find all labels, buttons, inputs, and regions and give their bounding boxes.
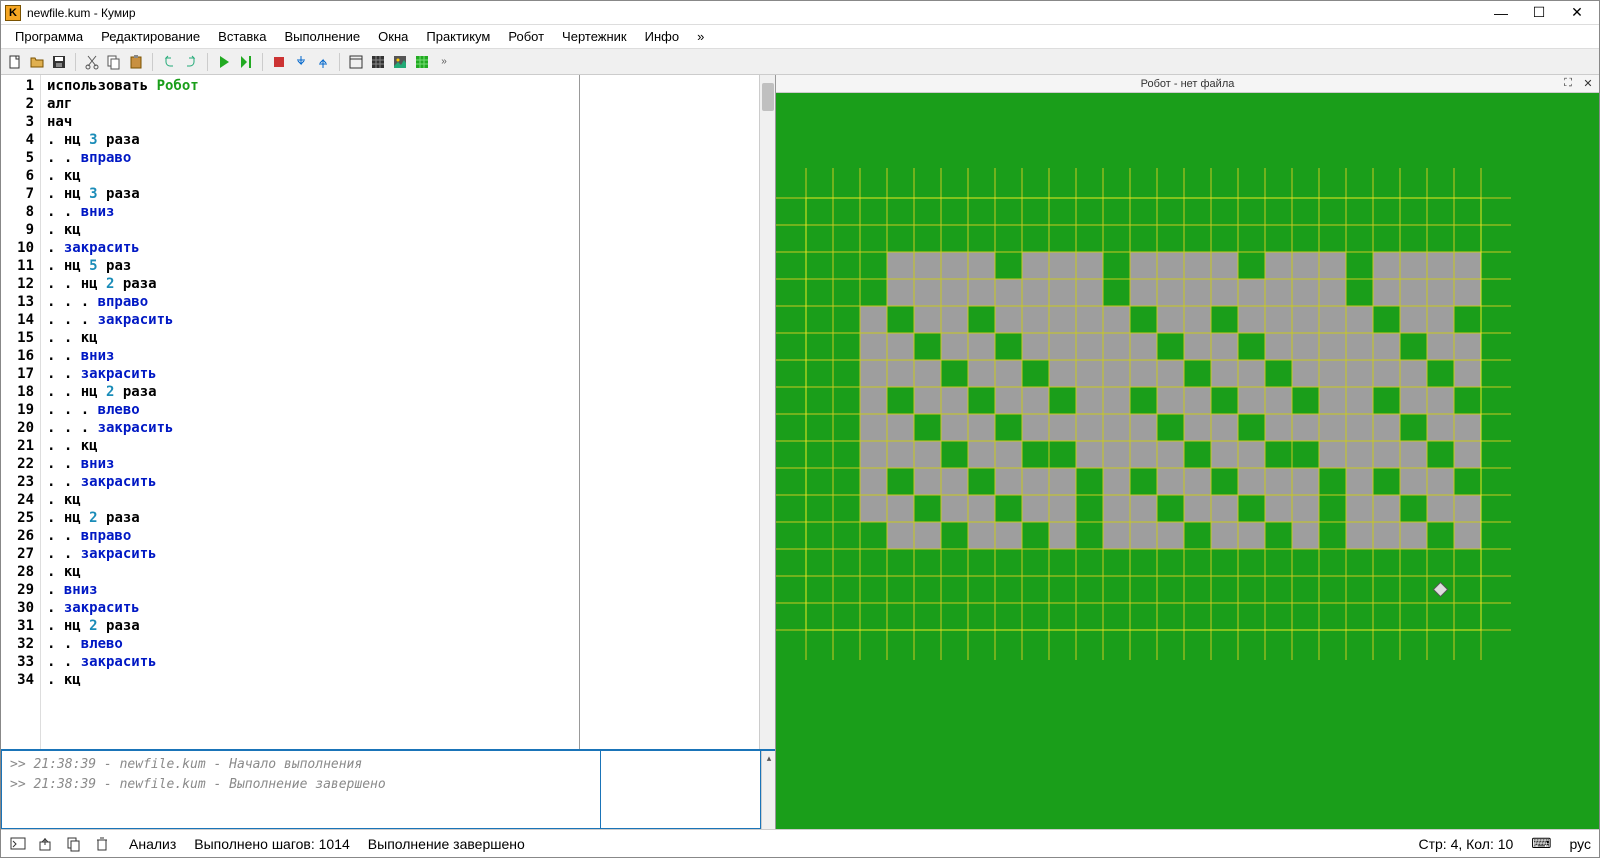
menu-робот[interactable]: Робот	[500, 27, 552, 46]
status-bar: Анализ Выполнено шагов: 1014 Выполнение …	[1, 829, 1599, 857]
undo-icon[interactable]	[159, 52, 179, 72]
menu-окна[interactable]: Окна	[370, 27, 416, 46]
menu-редактирование[interactable]: Редактирование	[93, 27, 208, 46]
run-step-icon[interactable]	[236, 52, 256, 72]
line-gutter: 1234567891011121314151617181920212223242…	[1, 75, 41, 749]
console-scrollbar[interactable]: ▴	[761, 751, 775, 829]
status-done: Выполнение завершено	[368, 836, 525, 852]
status-export-icon[interactable]	[37, 835, 55, 853]
robot-close-icon[interactable]: ✕	[1581, 76, 1595, 90]
status-steps: Выполнено шагов: 1014	[194, 836, 350, 852]
image-icon[interactable]	[390, 52, 410, 72]
robot-panel-title-text: Робот - нет файла	[1141, 78, 1235, 90]
redo-icon[interactable]	[181, 52, 201, 72]
stop-icon[interactable]	[269, 52, 289, 72]
save-file-icon[interactable]	[49, 52, 69, 72]
open-file-icon[interactable]	[27, 52, 47, 72]
status-keyboard-icon: ⌨	[1531, 835, 1551, 852]
editor-scrollbar[interactable]	[759, 75, 775, 749]
window-title: newfile.kum - Кумир	[27, 6, 1491, 20]
grid-green-icon[interactable]	[412, 52, 432, 72]
menu-bar: ПрограммаРедактированиеВставкаВыполнение…	[1, 25, 1599, 49]
code-editor[interactable]: 1234567891011121314151617181920212223242…	[1, 75, 775, 749]
console: >> 21:38:39 - newfile.kum - Начало выпол…	[1, 749, 775, 829]
console-right-panel	[601, 751, 761, 829]
run-icon[interactable]	[214, 52, 234, 72]
grid-dark-icon[interactable]	[368, 52, 388, 72]
menu-»[interactable]: »	[689, 27, 712, 46]
robot-maximize-icon[interactable]: ⛶	[1561, 76, 1575, 90]
paste-icon[interactable]	[126, 52, 146, 72]
copy-icon[interactable]	[104, 52, 124, 72]
step-into-icon[interactable]	[291, 52, 311, 72]
status-delete-icon[interactable]	[93, 835, 111, 853]
app-icon: K	[5, 5, 21, 21]
maximize-button[interactable]: ☐	[1529, 5, 1549, 21]
toolbar-overflow-icon[interactable]: »	[434, 52, 454, 72]
console-output: >> 21:38:39 - newfile.kum - Начало выпол…	[1, 751, 601, 829]
menu-вставка[interactable]: Вставка	[210, 27, 274, 46]
menu-практикум[interactable]: Практикум	[418, 27, 498, 46]
status-copy-icon[interactable]	[65, 835, 83, 853]
robot-panel-title: Робот - нет файла ⛶ ✕	[776, 75, 1599, 93]
robot-field[interactable]	[776, 93, 1599, 829]
title-bar: K newfile.kum - Кумир — ☐ ✕	[1, 1, 1599, 25]
window-icon[interactable]	[346, 52, 366, 72]
menu-чертежник[interactable]: Чертежник	[554, 27, 635, 46]
menu-выполнение[interactable]: Выполнение	[276, 27, 368, 46]
toolbar: »	[1, 49, 1599, 75]
status-analysis: Анализ	[129, 836, 176, 852]
new-file-icon[interactable]	[5, 52, 25, 72]
close-button[interactable]: ✕	[1567, 5, 1587, 21]
step-out-icon[interactable]	[313, 52, 333, 72]
code-content[interactable]: использовать Роботалгнач. нц 3 раза. . в…	[41, 75, 579, 749]
minimize-button[interactable]: —	[1491, 5, 1511, 21]
menu-инфо[interactable]: Инфо	[637, 27, 687, 46]
menu-программа[interactable]: Программа	[7, 27, 91, 46]
status-lang[interactable]: рус	[1570, 836, 1591, 852]
status-cursor-pos: Стр: 4, Кол: 10	[1418, 836, 1513, 852]
robot-grid	[776, 93, 1596, 829]
status-terminal-icon[interactable]	[9, 835, 27, 853]
editor-right-panel	[579, 75, 759, 749]
cut-icon[interactable]	[82, 52, 102, 72]
